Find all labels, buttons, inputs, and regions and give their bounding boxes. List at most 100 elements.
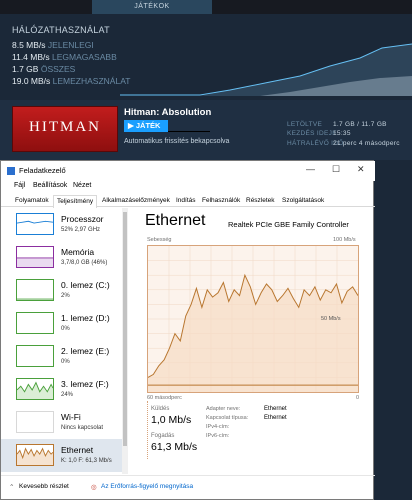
tab-processes[interactable]: Folyamatok — [12, 195, 52, 207]
fewer-details-link[interactable]: Kevesebb részlet — [19, 483, 69, 490]
stat-value: 8.5 MB/s — [12, 40, 46, 50]
info-value: Ethernet — [264, 406, 287, 412]
maximize-icon[interactable]: ☐ — [332, 164, 340, 175]
stat-disk: 19.0 MB/s LEMEZHASZNÁLAT — [12, 76, 130, 86]
sidebar-item-label: Processzor — [61, 214, 104, 224]
resource-monitor-icon: ◎ — [91, 484, 97, 491]
detail-value: 21 perc 4 másodperc — [333, 140, 400, 147]
disk-thumbnail-graph — [16, 345, 54, 367]
info-label: Kapcsolat típusa: — [206, 415, 249, 421]
stat-total: 1.7 GB ÖSSZES — [12, 64, 75, 74]
play-label: JÁTÉK — [135, 121, 161, 130]
stat-label: LEGMAGASABB — [52, 52, 117, 62]
tab-services[interactable]: Szolgáltatások — [279, 195, 327, 207]
stat-peak: 11.4 MB/s LEGMAGASABB — [12, 52, 117, 62]
sidebar-item-value: 0% — [61, 326, 70, 332]
menu-bar: Fájl Beállítások Nézet — [1, 181, 375, 193]
disk-thumbnail-graph — [16, 378, 54, 400]
title-bar[interactable]: Feladatkezelő — ☐ ✕ — [1, 161, 375, 181]
sidebar-item-label: 2. lemez (E:) — [61, 346, 110, 356]
graph-zero-label: 0 — [356, 395, 360, 401]
menu-settings[interactable]: Beállítások — [33, 182, 67, 189]
stat-label: JELENLEGI — [47, 40, 94, 50]
sidebar-item-memory[interactable]: Memória 3,7/8,0 GB (46%) — [1, 241, 122, 274]
game-cover-logo: HITMAN — [29, 119, 101, 135]
download-detail: KEZDÉS IDEJE 15:35 — [287, 130, 350, 137]
detail-label: KEZDÉS IDEJE — [287, 130, 337, 137]
network-usage-title: HÁLÓZATHASZNÁLAT — [12, 25, 110, 35]
sidebar-item-value: 2% — [61, 293, 70, 299]
tab-app-history[interactable]: Alkalmazáselőzmények — [99, 195, 173, 207]
game-download-row: HITMAN Hitman: Absolution ▶ JÁTÉK Automa… — [0, 100, 412, 160]
steam-background — [374, 160, 412, 500]
network-usage-graph — [120, 43, 412, 96]
disk-thumbnail-graph — [16, 279, 54, 301]
close-icon[interactable]: ✕ — [357, 164, 365, 175]
menu-file[interactable]: Fájl — [14, 182, 25, 189]
sidebar-item-label: 1. lemez (D:) — [61, 313, 110, 323]
sidebar-item-label: Wi-Fi — [61, 412, 81, 422]
game-title[interactable]: Hitman: Absolution — [124, 107, 211, 118]
sidebar-item-value: K: 1,0 F: 61,3 Mb/s — [61, 458, 112, 464]
steam-window: JÁTÉKOK HÁLÓZATHASZNÁLAT 8.5 MB/s JELENL… — [0, 0, 412, 160]
tab-users[interactable]: Felhasználók — [199, 195, 243, 207]
graph-mid-label: 50 Mb/s — [321, 316, 341, 322]
detail-value: 15:35 — [333, 130, 351, 137]
auto-update-note: Automatikus frissítés bekapcsolva — [124, 138, 230, 145]
stat-current: 8.5 MB/s JELENLEGI — [12, 40, 94, 50]
graph-label: Sebesség — [147, 237, 172, 243]
disk-thumbnail-graph — [16, 312, 54, 334]
chevron-up-icon[interactable]: ⌃ — [9, 483, 14, 491]
ethernet-detail-pane: Ethernet Realtek PCIe GBE Family Control… — [131, 208, 371, 474]
sidebar-scrollbar[interactable] — [122, 208, 128, 474]
sidebar-item-value: 0% — [61, 359, 70, 365]
sidebar-item-wifi[interactable]: Wi-Fi Nincs kapcsolat — [1, 406, 122, 439]
scrollbar-thumb[interactable] — [123, 212, 127, 446]
minimize-icon[interactable]: — — [306, 164, 315, 174]
send-indicator — [147, 401, 148, 459]
sidebar-item-ethernet[interactable]: Ethernet K: 1,0 F: 61,3 Mb/s — [1, 439, 122, 472]
download-detail: LETÖLTVE 1.7 GB / 11.7 GB — [287, 121, 387, 128]
play-icon: ▶ — [128, 121, 134, 130]
detail-heading: Ethernet — [145, 212, 206, 229]
stat-label: LEMEZHASZNÁLAT — [52, 76, 131, 86]
game-cover[interactable]: HITMAN — [12, 106, 118, 152]
send-value: 1,0 Mb/s — [151, 414, 192, 426]
wifi-thumbnail-graph — [16, 411, 54, 433]
open-resource-monitor-link[interactable]: Az Erőforrás-figyelő megnyitása — [101, 483, 193, 490]
task-manager-icon — [7, 167, 15, 175]
sidebar-item-disk-f[interactable]: 3. lemez (F:) 24% — [1, 373, 122, 406]
detail-value: 1.7 GB / 11.7 GB — [333, 121, 387, 128]
play-button[interactable]: ▶ JÁTÉK — [124, 120, 168, 132]
tab-bar: Folyamatok Teljesítmény Alkalmazáselőzmé… — [1, 193, 375, 208]
network-usage-panel: HÁLÓZATHASZNÁLAT 8.5 MB/s JELENLEGI 11.4… — [0, 18, 412, 96]
sidebar-item-cpu[interactable]: Processzor 52% 2,97 GHz — [1, 208, 122, 241]
adapter-name: Realtek PCIe GBE Family Controller — [228, 220, 349, 229]
send-label: Küldés — [151, 406, 170, 412]
stat-label: ÖSSZES — [40, 64, 76, 74]
menu-view[interactable]: Nézet — [73, 182, 91, 189]
tab-performance[interactable]: Teljesítmény — [53, 195, 98, 208]
memory-thumbnail-graph — [16, 246, 54, 268]
stat-value: 11.4 MB/s — [12, 52, 50, 62]
info-label: IPv4-cím: — [206, 424, 230, 430]
sidebar-item-value: 24% — [61, 392, 74, 398]
info-label: IPv6-cím: — [206, 433, 230, 439]
tab-details[interactable]: Részletek — [243, 195, 278, 207]
sidebar-item-label: Memória — [61, 247, 95, 257]
ethernet-thumbnail-graph — [16, 444, 54, 466]
tab-startup[interactable]: Indítás — [173, 195, 199, 207]
sidebar-item-label: Ethernet — [61, 445, 94, 455]
steam-tab-bar: JÁTÉKOK — [0, 0, 412, 14]
stat-value: 19.0 MB/s — [12, 76, 51, 86]
sidebar-item-disk-d[interactable]: 1. lemez (D:) 0% — [1, 307, 122, 340]
download-detail: HÁTRALÉVŐ IDŐ 21 perc 4 másodperc — [287, 140, 399, 147]
sidebar-item-disk-c[interactable]: 0. lemez (C:) 2% — [1, 274, 122, 307]
task-manager-window: Feladatkezelő — ☐ ✕ Fájl Beállítások Néz… — [0, 160, 375, 500]
sidebar-item-value: 3,7/8,0 GB (46%) — [61, 260, 108, 266]
detail-label: LETÖLTVE — [287, 121, 323, 128]
sidebar-item-disk-e[interactable]: 2. lemez (E:) 0% — [1, 340, 122, 373]
tab-games[interactable]: JÁTÉKOK — [92, 0, 212, 14]
sidebar-item-value: Nincs kapcsolat — [61, 425, 104, 431]
performance-sidebar: Processzor 52% 2,97 GHz Memória 3,7/8,0 … — [1, 208, 128, 474]
